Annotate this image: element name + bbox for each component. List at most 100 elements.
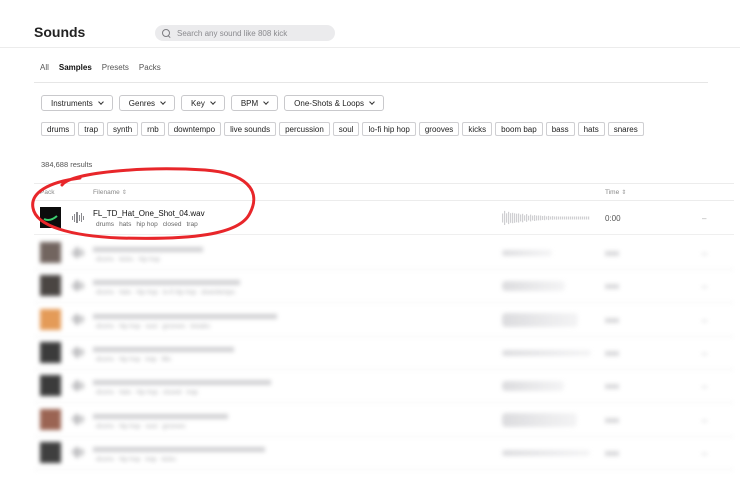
sample-tag[interactable]: hip hop (119, 423, 140, 430)
pack-artwork[interactable] (40, 341, 61, 363)
tag-chip[interactable]: grooves (418, 122, 460, 136)
sample-tag[interactable]: drums (96, 356, 114, 363)
tag-chip[interactable]: percussion (279, 122, 330, 136)
table-row[interactable]: drums hip hop trap fills (34, 336, 734, 370)
pack-artwork[interactable] (40, 275, 61, 297)
search-input[interactable] (177, 28, 327, 38)
sample-filename[interactable] (93, 346, 234, 352)
sample-tag[interactable]: grooves (162, 323, 185, 330)
sample-tag[interactable]: drums (96, 289, 114, 296)
tag-chip[interactable]: snares (607, 122, 644, 136)
filter-one-shots-loops[interactable]: One-Shots & Loops (284, 95, 384, 111)
sample-tag[interactable]: hats (119, 389, 131, 396)
sample-waveform[interactable] (502, 412, 577, 427)
tag-chip[interactable]: trap (78, 122, 105, 136)
tab-packs[interactable]: Packs (139, 63, 161, 72)
sample-filename[interactable] (93, 247, 203, 252)
sample-tag[interactable]: hats (119, 221, 131, 228)
sample-tag[interactable]: hats (119, 289, 131, 296)
table-row[interactable]: FL_TD_Hat_One_Shot_04.wav drums hats hip… (34, 201, 734, 235)
sample-tag[interactable]: drums (96, 256, 114, 263)
tag-chip[interactable]: rnb (141, 122, 165, 136)
filter-key[interactable]: Key (181, 95, 225, 111)
sample-filename[interactable] (93, 313, 277, 319)
tag-chip[interactable]: downtempo (167, 122, 222, 136)
filter-genres[interactable]: Genres (118, 95, 176, 111)
sample-filename[interactable] (93, 446, 265, 452)
tag-chip[interactable]: live sounds (224, 122, 277, 136)
sample-tag[interactable]: hip hop (136, 221, 157, 228)
tag-chip[interactable]: hats (577, 122, 605, 136)
sample-tag[interactable]: drums (96, 423, 114, 430)
table-row[interactable]: drums hats hip hop lo-fi hip hop downtempo (34, 269, 734, 304)
sample-tag[interactable]: closed (163, 389, 182, 396)
tab-presets[interactable]: Presets (102, 63, 129, 72)
sample-tag[interactable]: lo-fi hip hop (163, 289, 197, 296)
sample-tag[interactable]: hip hop (119, 356, 140, 363)
filter-instruments[interactable]: Instruments (41, 95, 113, 111)
sample-filename[interactable] (93, 413, 228, 419)
sample-waveform[interactable] (502, 449, 590, 456)
sample-tag[interactable]: kicks (119, 256, 133, 263)
sample-waveform[interactable] (502, 281, 565, 292)
sample-tag[interactable]: trap (145, 356, 156, 363)
sample-tag[interactable]: trap (186, 389, 197, 396)
pack-artwork[interactable] (40, 375, 61, 397)
column-time[interactable]: Time ⇕ (605, 189, 626, 196)
tab-samples[interactable]: Samples (59, 63, 92, 72)
waveform-icon[interactable] (72, 346, 85, 358)
tag-chip[interactable]: soul (332, 122, 360, 136)
table-row[interactable]: drums hip hop soul grooves breaks (34, 303, 734, 337)
sample-filename[interactable]: FL_TD_Hat_One_Shot_04.wav (93, 209, 205, 218)
tag-chip[interactable]: boom bap (495, 122, 543, 136)
pack-artwork[interactable] (40, 441, 61, 463)
sample-filename[interactable] (93, 280, 240, 286)
waveform-icon[interactable] (72, 247, 85, 258)
sample-tag[interactable]: fills (162, 356, 171, 363)
sample-tag[interactable]: trap (145, 456, 156, 463)
waveform-icon[interactable] (72, 380, 85, 392)
waveform-icon[interactable] (72, 280, 85, 292)
sample-tag[interactable]: downtempo (201, 289, 235, 296)
sample-tag[interactable]: soul (145, 423, 157, 430)
sample-tag[interactable]: trap (186, 221, 197, 228)
table-row[interactable]: drums hats hip hop closed trap (34, 369, 734, 404)
sample-tag[interactable]: hip hop (136, 289, 157, 296)
sample-tag[interactable]: soul (145, 323, 157, 330)
sample-tag[interactable]: drums (96, 456, 114, 463)
waveform-icon[interactable] (72, 413, 85, 425)
waveform-icon[interactable] (72, 313, 85, 325)
table-row[interactable]: drums kicks hip hop (34, 236, 734, 270)
tag-chip[interactable]: lo-fi hip hop (362, 122, 416, 136)
pack-artwork[interactable] (40, 207, 61, 228)
sample-tag[interactable]: drums (96, 221, 114, 228)
filter-bpm[interactable]: BPM (230, 95, 279, 111)
tab-all[interactable]: All (40, 63, 49, 72)
table-row[interactable]: drums hip hop soul grooves (34, 403, 734, 437)
sample-tag[interactable]: hip hop (136, 389, 157, 396)
sample-filename[interactable] (93, 380, 271, 386)
column-filename[interactable]: Filename ⇕ (93, 189, 127, 196)
sample-waveform[interactable] (502, 349, 591, 356)
search-bar[interactable] (155, 25, 335, 41)
sample-tag[interactable]: closed (163, 221, 182, 228)
tag-chip[interactable]: drums (41, 122, 76, 136)
sample-tag[interactable]: hip hop (119, 456, 140, 463)
tag-chip[interactable]: bass (545, 122, 575, 136)
sample-tag[interactable]: hip hop (139, 256, 160, 263)
sample-waveform[interactable] (502, 312, 578, 327)
waveform-icon[interactable] (72, 212, 85, 223)
sample-waveform[interactable] (502, 381, 564, 392)
sample-tag[interactable]: breaks (190, 323, 210, 330)
pack-artwork[interactable] (40, 308, 61, 330)
sample-tag[interactable]: kicks (162, 456, 176, 463)
pack-artwork[interactable] (40, 242, 61, 263)
sample-waveform[interactable] (502, 250, 552, 256)
sample-tag[interactable]: drums (96, 323, 114, 330)
waveform-icon[interactable] (72, 446, 85, 458)
table-row[interactable]: drums hip hop trap kicks (34, 436, 734, 470)
pack-artwork[interactable] (40, 408, 61, 430)
sample-waveform[interactable] (502, 209, 592, 227)
sample-tag[interactable]: hip hop (119, 323, 140, 330)
sample-tag[interactable]: grooves (162, 423, 185, 430)
